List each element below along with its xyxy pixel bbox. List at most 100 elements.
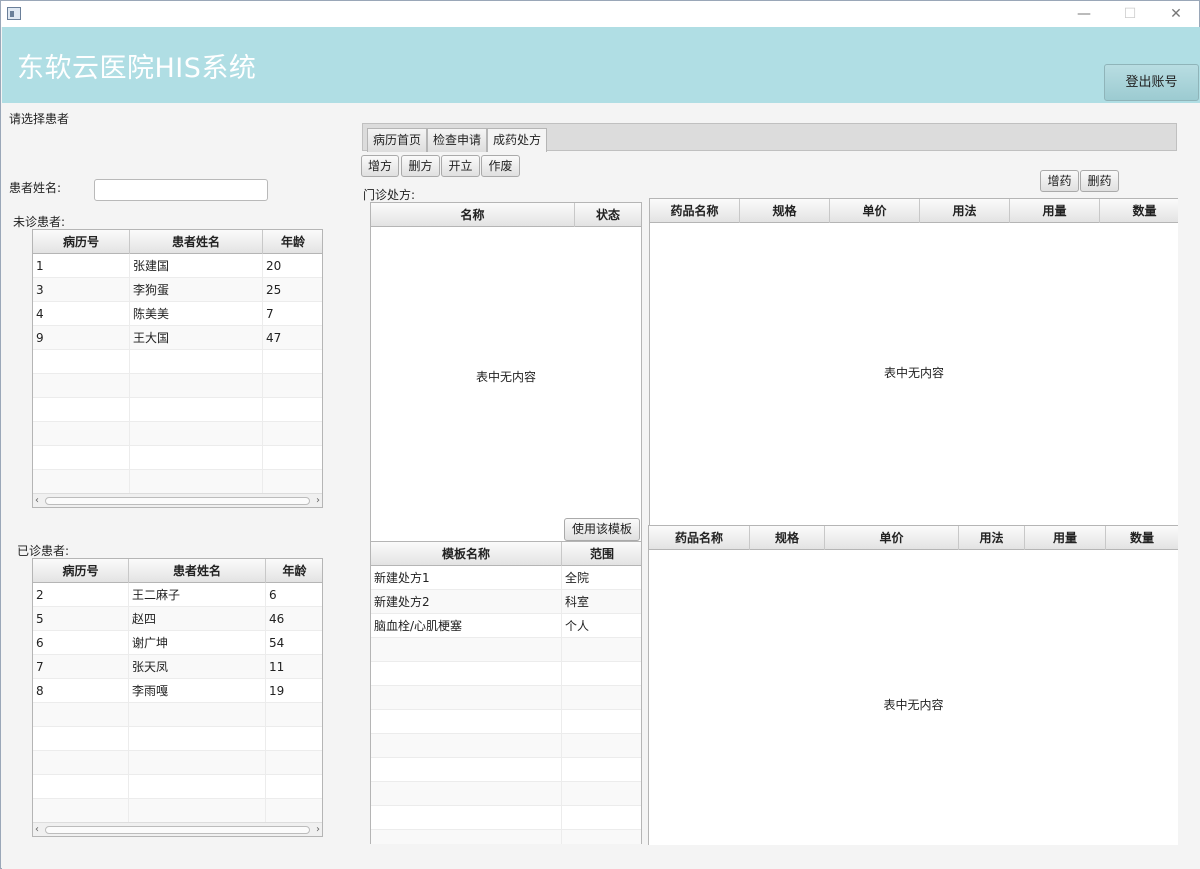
column-header[interactable]: 单价: [825, 526, 959, 550]
table-row[interactable]: 新建处方2 科室: [371, 590, 641, 614]
undiagnosed-patients-table[interactable]: 病历号 患者姓名 年龄 1 张建国 20 3 李狗蛋 25 4 陈美美 7 9 王大国 47 ‹ ›: [32, 229, 323, 508]
open-prescription-button[interactable]: 开立: [441, 155, 480, 177]
add-prescription-button[interactable]: 增方: [361, 155, 399, 177]
table-row[interactable]: [33, 751, 322, 775]
table-row[interactable]: [371, 638, 641, 662]
diagnosed-patients-table[interactable]: 病历号 患者姓名 年龄 2 王二麻子 6 5 赵四 46 6 谢广坤 54 7 张天凤 11 8 李雨嘎 19 ‹ ›: [32, 558, 323, 837]
drug-list-table-bottom[interactable]: 药品名称 规格 单价 用法 用量 数量 表中无内容: [648, 525, 1178, 845]
table-row[interactable]: [33, 446, 322, 470]
table-row[interactable]: [371, 806, 641, 830]
patient-name-input[interactable]: [94, 179, 268, 201]
table-cell: [33, 751, 129, 775]
table-row[interactable]: [33, 422, 322, 446]
column-header[interactable]: 患者姓名: [129, 559, 266, 583]
table-cell: [129, 775, 266, 799]
column-header[interactable]: 用法: [959, 526, 1025, 550]
table-cell: [371, 758, 562, 782]
column-header[interactable]: 状态: [575, 203, 641, 227]
column-header[interactable]: 数量: [1100, 199, 1178, 223]
table-row[interactable]: 2 王二麻子 6: [33, 583, 322, 607]
column-header[interactable]: 规格: [740, 199, 830, 223]
minimize-button[interactable]: —: [1061, 1, 1107, 27]
table-row[interactable]: 9 王大国 47: [33, 326, 322, 350]
template-table[interactable]: 模板名称 范围 新建处方1 全院 新建处方2 科室 脑血栓/心肌梗塞 个人: [370, 541, 642, 844]
table-cell: 19: [266, 679, 322, 703]
table-row[interactable]: [33, 703, 322, 727]
table-row[interactable]: 4 陈美美 7: [33, 302, 322, 326]
table-row[interactable]: [33, 775, 322, 799]
table-cell: [371, 710, 562, 734]
logout-button[interactable]: 登出账号: [1104, 64, 1199, 101]
delete-prescription-button[interactable]: 删方: [401, 155, 440, 177]
table-row[interactable]: [33, 398, 322, 422]
column-header[interactable]: 年龄: [263, 230, 322, 254]
application-window: — ☐ ✕ 东软云医院HIS系统 登出账号 请选择患者 患者姓名: 未诊患者: …: [0, 0, 1200, 869]
scroll-left-icon[interactable]: ‹: [35, 494, 39, 507]
table-row[interactable]: 新建处方1 全院: [371, 566, 641, 590]
table-header: 病历号 患者姓名 年龄: [33, 559, 322, 583]
horizontal-scrollbar[interactable]: ‹ ›: [33, 822, 322, 836]
table-cell: [266, 703, 322, 727]
tab-prescription[interactable]: 成药处方: [487, 128, 548, 152]
table-cell: [562, 806, 641, 830]
scroll-left-icon[interactable]: ‹: [35, 823, 39, 836]
table-row[interactable]: [33, 470, 322, 494]
column-header[interactable]: 单价: [830, 199, 920, 223]
tab-medical-record[interactable]: 病历首页: [367, 128, 428, 152]
table-row[interactable]: 脑血栓/心肌梗塞 个人: [371, 614, 641, 638]
table-row[interactable]: 6 谢广坤 54: [33, 631, 322, 655]
column-header[interactable]: 年龄: [266, 559, 322, 583]
main-area: 请选择患者 患者姓名: 未诊患者: 病历号 患者姓名 年龄 1 张建国 20 3 李狗蛋 25 4…: [2, 103, 1200, 869]
table-cell: 王大国: [130, 326, 263, 350]
void-prescription-button[interactable]: 作废: [481, 155, 520, 177]
table-row[interactable]: 8 李雨嘎 19: [33, 679, 322, 703]
table-cell: [33, 799, 129, 823]
scroll-right-icon[interactable]: ›: [316, 494, 320, 507]
title-bar: — ☐ ✕: [1, 1, 1199, 27]
table-cell: 李雨嘎: [129, 679, 266, 703]
close-button[interactable]: ✕: [1153, 1, 1199, 27]
scrollbar-thumb[interactable]: [45, 497, 310, 505]
delete-drug-button[interactable]: 删药: [1080, 170, 1119, 192]
table-row[interactable]: [33, 799, 322, 823]
column-header[interactable]: 数量: [1106, 526, 1178, 550]
table-row[interactable]: 7 张天凤 11: [33, 655, 322, 679]
table-cell: [130, 398, 263, 422]
table-row[interactable]: [33, 374, 322, 398]
table-row[interactable]: [33, 350, 322, 374]
table-cell: [33, 470, 130, 494]
column-header[interactable]: 患者姓名: [130, 230, 263, 254]
maximize-button[interactable]: ☐: [1107, 1, 1153, 27]
column-header[interactable]: 名称: [371, 203, 575, 227]
table-row[interactable]: [371, 686, 641, 710]
column-header[interactable]: 规格: [750, 526, 825, 550]
column-header[interactable]: 用量: [1010, 199, 1100, 223]
table-row[interactable]: [371, 710, 641, 734]
column-header[interactable]: 病历号: [33, 230, 130, 254]
table-row[interactable]: 1 张建国 20: [33, 254, 322, 278]
column-header[interactable]: 范围: [562, 542, 641, 566]
scrollbar-thumb[interactable]: [45, 826, 310, 834]
column-header[interactable]: 用法: [920, 199, 1010, 223]
scroll-right-icon[interactable]: ›: [316, 823, 320, 836]
horizontal-scrollbar[interactable]: ‹ ›: [33, 493, 322, 507]
table-row[interactable]: 5 赵四 46: [33, 607, 322, 631]
table-row[interactable]: [371, 662, 641, 686]
table-row[interactable]: [371, 758, 641, 782]
table-row[interactable]: [371, 782, 641, 806]
table-row[interactable]: [371, 830, 641, 844]
column-header[interactable]: 药品名称: [650, 199, 740, 223]
table-cell: [266, 799, 322, 823]
use-template-button[interactable]: 使用该模板: [564, 518, 640, 541]
tab-exam-request[interactable]: 检查申请: [427, 128, 488, 152]
table-row[interactable]: 3 李狗蛋 25: [33, 278, 322, 302]
column-header[interactable]: 药品名称: [649, 526, 750, 550]
column-header[interactable]: 用量: [1025, 526, 1106, 550]
add-drug-button[interactable]: 增药: [1040, 170, 1079, 192]
column-header[interactable]: 病历号: [33, 559, 129, 583]
table-row[interactable]: [371, 734, 641, 758]
table-cell: 新建处方2: [371, 590, 562, 614]
table-row[interactable]: [33, 727, 322, 751]
app-title: 东软云医院HIS系统: [17, 53, 257, 84]
column-header[interactable]: 模板名称: [371, 542, 562, 566]
